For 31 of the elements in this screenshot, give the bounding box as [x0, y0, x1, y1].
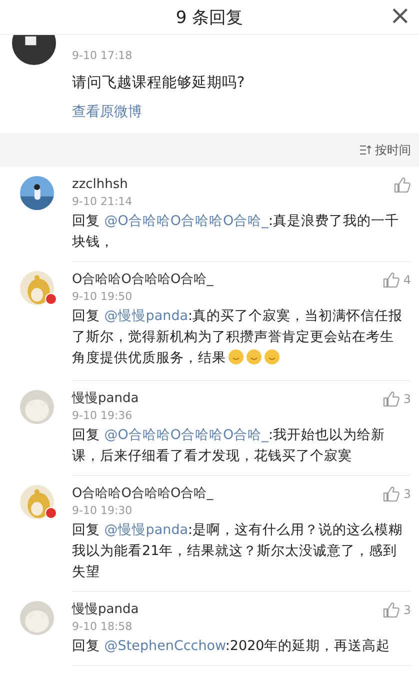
timestamp: 9-10 19:50: [72, 290, 134, 304]
mention-link[interactable]: @StephenCcchow: [104, 638, 226, 654]
mention-link[interactable]: @O合哈哈O合哈哈O合哈_: [104, 213, 268, 229]
mention-link[interactable]: @慢慢panda: [104, 308, 188, 324]
like-button[interactable]: [393, 176, 411, 194]
timestamp: 9-10 19:36: [72, 409, 134, 423]
reply-text: 回复 @慢慢panda:是啊，这有什么用？说的这么模糊我以为能看21年，结果就这？斯尔太没诚意了，感到失望: [72, 521, 404, 582]
user-name[interactable]: 慢慢panda: [72, 391, 139, 407]
timestamp: 9-10 17:18: [72, 49, 132, 62]
timestamp: 9-10 19:30: [72, 504, 134, 518]
emoji-icon: [246, 349, 262, 365]
mention-link[interactable]: @慢慢panda: [104, 522, 188, 538]
user-name[interactable]: zzclhhsh: [72, 177, 128, 193]
user-name[interactable]: O合哈哈O合哈哈O合哈_: [72, 486, 214, 502]
view-original-link[interactable]: 查看原微博: [72, 103, 142, 121]
close-icon[interactable]: ×: [389, 2, 411, 30]
header-title: 9 条回复: [176, 6, 244, 28]
reply-text: 回复 @O合哈哈O合哈哈O合哈_:我开始也以为给新课，后来仔细看了看才发现，花钱买了个寂寞: [72, 426, 386, 466]
sort-button[interactable]: 按时间: [360, 142, 411, 158]
user-name[interactable]: 慢慢panda: [72, 602, 139, 618]
timestamp: 9-10 18:58: [72, 620, 134, 634]
emoji-icon: [228, 349, 244, 365]
mention-link[interactable]: @O合哈哈O合哈哈O合哈_: [104, 427, 268, 443]
reply-text: 回复 @O合哈哈O合哈哈O合哈_:真是浪费了我的一千块钱，: [72, 212, 400, 252]
timestamp: 9-10 21:14: [72, 195, 134, 209]
reply-text: 回复 @慢慢panda:真的买了个寂寞，当初满怀信任报了斯尔，觉得新机构为了积攒声誉肯定更会站在考生角度提供优质服务，结果: [72, 307, 404, 368]
reply-text: 回复 @StephenCcchow:2020年的延期，再送高起: [72, 637, 392, 656]
emoji-icon: [264, 349, 280, 365]
user-name[interactable]: O合哈哈O合哈哈O合哈_: [72, 272, 214, 288]
sort-icon: [360, 145, 372, 155]
comment-text: 请问飞越课程能够延期吗?: [72, 74, 245, 92]
